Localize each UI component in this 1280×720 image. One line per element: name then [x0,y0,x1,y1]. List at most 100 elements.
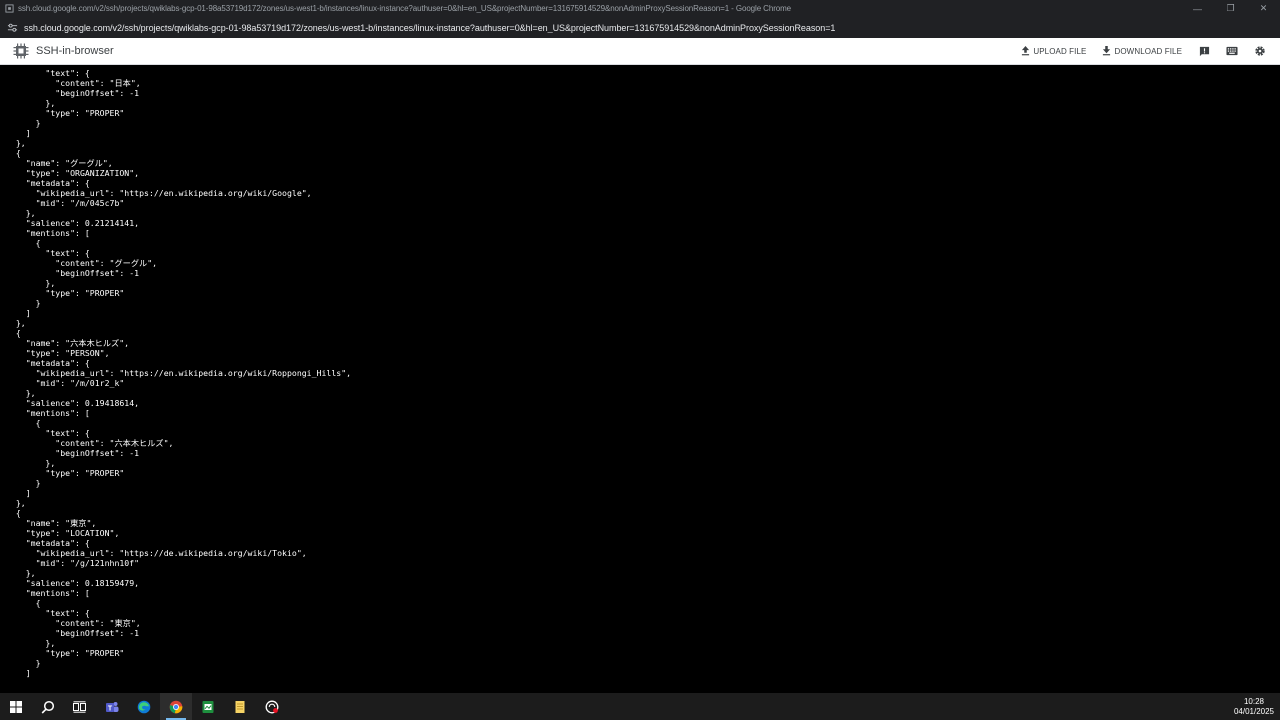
terminal-line: "wikipedia_url": "https://en.wikipedia.o… [6,188,312,198]
task-view-icon [73,700,86,713]
keyboard-icon[interactable] [1226,45,1238,57]
taskbar-chrome[interactable] [160,693,192,720]
terminal-line: "wikipedia_url": "https://de.wikipedia.o… [6,548,307,558]
terminal-line: "name": "東京", [6,518,97,528]
url-text[interactable]: ssh.cloud.google.com/v2/ssh/projects/qwi… [24,23,835,33]
terminal-line: "beginOffset": -1 [6,268,140,278]
download-icon [1103,46,1111,56]
terminal-line: } [6,478,41,488]
terminal-line: "text": { [6,68,90,78]
download-file-button[interactable]: DOWNLOAD FILE [1102,46,1182,56]
site-settings-icon[interactable] [6,22,18,34]
terminal-line: "content": "グーグル", [6,258,158,268]
terminal-line: }, [6,278,56,288]
terminal-line: }, [6,318,26,328]
feedback-icon[interactable] [1198,45,1210,57]
minimize-button[interactable]: — [1181,0,1214,17]
teams-icon: T [106,701,119,712]
terminal-line: "type": "PERSON", [6,348,110,358]
terminal-line: "mentions": [ [6,588,90,598]
terminal-line: } [6,118,41,128]
terminal-line: "type": "ORGANIZATION", [6,168,140,178]
terminal-line: { [6,238,41,248]
terminal-line: "type": "PROPER" [6,648,125,658]
window-title: ssh.cloud.google.com/v2/ssh/projects/qwi… [18,4,792,13]
recorder-icon [265,700,279,713]
terminal[interactable]: "text": { "content": "日本", "beginOffset"… [0,65,1280,693]
search-button[interactable] [32,693,64,720]
terminal-line: "mentions": [ [6,408,90,418]
terminal-line: "type": "LOCATION", [6,528,120,538]
terminal-line: }, [6,458,56,468]
clock-date: 04/01/2025 [1233,707,1274,716]
terminal-line: "salience": 0.18159479, [6,578,140,588]
taskbar-teams[interactable]: T [96,693,128,720]
compute-engine-logo-icon [13,43,29,59]
address-bar[interactable]: ssh.cloud.google.com/v2/ssh/projects/qwi… [0,17,1280,38]
download-file-label: DOWNLOAD FILE [1114,46,1182,56]
terminal-line: "salience": 0.19418614, [6,398,140,408]
terminal-line: "text": { [6,608,90,618]
ssh-toolbar: SSH-in-browser UPLOAD FILE DOWNLOAD FILE [0,38,1280,65]
terminal-line: "type": "PROPER" [6,468,125,478]
terminal-line: }, [6,568,36,578]
terminal-output: "text": { "content": "日本", "beginOffset"… [0,65,1280,678]
terminal-line: ] [6,488,31,498]
taskbar-app-green[interactable] [192,693,224,720]
restore-button[interactable]: ❐ [1214,0,1247,17]
upload-file-button[interactable]: UPLOAD FILE [1021,46,1086,56]
windows-logo-icon [10,700,22,713]
terminal-line: }, [6,98,56,108]
terminal-line: "content": "六本木ヒルズ", [6,438,174,448]
terminal-line: "metadata": { [6,178,90,188]
edge-icon [137,700,151,713]
terminal-line: "content": "東京", [6,618,141,628]
chrome-icon [169,700,183,713]
terminal-line: "mid": "/g/121nhn10f" [6,558,140,568]
terminal-line: "type": "PROPER" [6,108,125,118]
terminal-line: "salience": 0.21214141, [6,218,140,228]
upload-icon [1022,46,1030,56]
system-clock[interactable]: 10:28 04/01/2025 [1234,694,1274,720]
terminal-line: "content": "日本", [6,78,141,88]
terminal-line: "metadata": { [6,538,90,548]
terminal-line: "mentions": [ [6,228,90,238]
svg-text:T: T [108,705,113,712]
terminal-line: "text": { [6,248,90,258]
terminal-line: "name": "六本木ヒルズ", [6,338,130,348]
app-title: SSH-in-browser [36,45,114,57]
terminal-line: }, [6,138,26,148]
taskbar-app-recorder[interactable] [256,693,288,720]
close-button[interactable]: ✕ [1247,0,1280,17]
terminal-line: } [6,658,41,668]
notepad-icon [235,700,245,713]
taskbar-notes[interactable] [224,693,256,720]
clock-time: 10:28 [1243,697,1264,706]
terminal-line: "mid": "/m/01r2_k" [6,378,125,388]
terminal-line: }, [6,638,56,648]
terminal-line: "type": "PROPER" [6,288,125,298]
green-app-icon [202,700,214,713]
terminal-line: { [6,328,21,338]
terminal-line: "wikipedia_url": "https://en.wikipedia.o… [6,368,352,378]
terminal-line: }, [6,388,36,398]
terminal-line: }, [6,208,36,218]
terminal-line: { [6,508,21,518]
terminal-line: } [6,298,41,308]
terminal-line: "text": { [6,428,90,438]
terminal-line: ] [6,668,31,678]
task-view-button[interactable] [64,693,96,720]
search-icon [41,700,55,714]
terminal-line: ] [6,128,31,138]
taskbar: T [0,693,1280,720]
terminal-line: "beginOffset": -1 [6,628,140,638]
start-button[interactable] [0,693,32,720]
settings-gear-icon[interactable] [1254,45,1266,57]
upload-file-label: UPLOAD FILE [1033,46,1087,56]
terminal-line: { [6,148,21,158]
terminal-line: "name": "グーグル", [6,158,113,168]
taskbar-edge[interactable] [128,693,160,720]
terminal-line: "mid": "/m/045c7b" [6,198,125,208]
terminal-line: ] [6,308,31,318]
terminal-line: "beginOffset": -1 [6,88,140,98]
